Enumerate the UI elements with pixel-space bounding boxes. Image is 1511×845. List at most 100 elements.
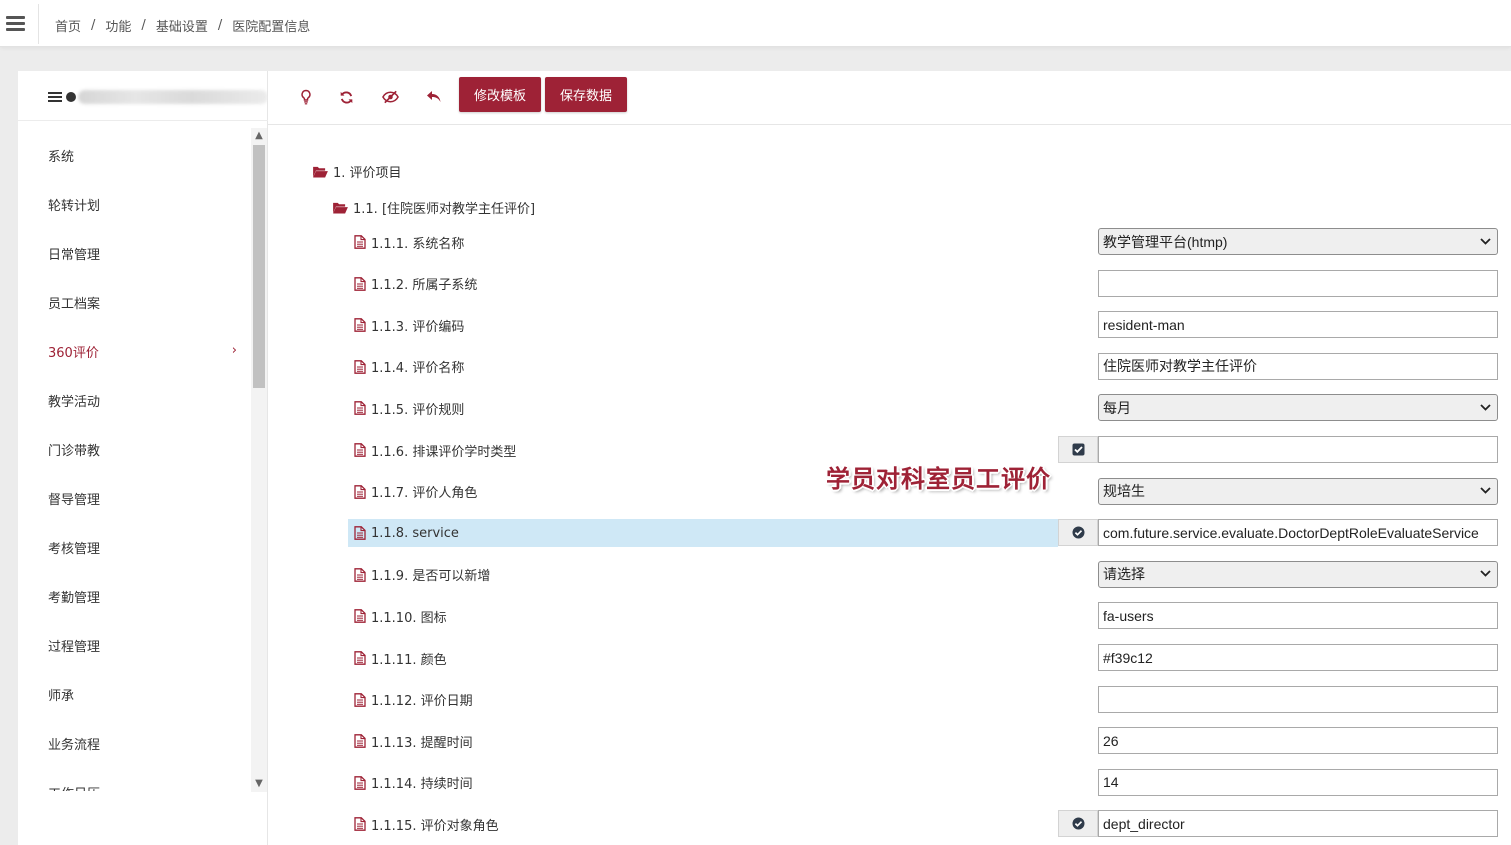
breadcrumb-home[interactable]: 首页 (55, 16, 81, 35)
text-input[interactable]: 住院医师对教学主任评价 (1098, 352, 1498, 380)
tree-leaf-label: 1.1.1. 系统名称 (371, 236, 465, 252)
tree-leaf[interactable]: 1.1.4. 评价名称 (354, 357, 464, 377)
sidebar-item-label: 教学活动 (48, 395, 101, 410)
blurred-user-info (78, 90, 268, 104)
chevron-right-icon: › (231, 343, 237, 358)
sidebar-item-label: 师承 (48, 689, 75, 704)
sidebar-item-label: 考核管理 (48, 542, 101, 557)
annotation-text: 学员对科室员工评价 (826, 465, 1051, 493)
sidebar-item[interactable]: 工作日历 (18, 768, 251, 791)
file-text-icon (354, 276, 366, 291)
text-input[interactable]: fa-users (1098, 602, 1498, 630)
breadcrumb-function[interactable]: 功能 (105, 16, 131, 35)
check-square-icon[interactable] (1058, 436, 1098, 463)
lightbulb-icon[interactable] (295, 86, 317, 108)
sidebar-item-label: 日常管理 (48, 248, 101, 263)
hamburger-menu-icon[interactable] (6, 16, 25, 32)
tree-node-level2[interactable]: 1.1. [住院医师对教学主任评价] (333, 198, 535, 217)
refresh-icon[interactable] (335, 86, 357, 108)
sidebar-item[interactable]: 门诊带教 (18, 425, 251, 474)
tree-leaf-label: 1.1.8. service (371, 525, 459, 541)
sidebar-item[interactable]: 教学活动 (18, 376, 251, 425)
sidebar-item-label: 督导管理 (48, 493, 101, 508)
topbar-divider (38, 4, 39, 44)
tree-leaf[interactable]: 1.1.9. 是否可以新增 (354, 565, 490, 585)
tree-leaf-label: 1.1.14. 持续时间 (371, 777, 473, 793)
main-panel: 修改模板 保存数据 1. 评价项目 1.1. [住院医师对教学主任评价] 1.1… (268, 71, 1511, 845)
scroll-down-arrow-icon[interactable]: ▼ (251, 776, 267, 792)
tree-leaf-label: 1.1.12. 评价日期 (371, 694, 473, 710)
text-input[interactable] (1098, 436, 1498, 463)
sidebar-item[interactable]: 考核管理 (18, 523, 251, 572)
file-text-icon (354, 651, 366, 665)
user-dot-icon (66, 92, 76, 102)
text-input[interactable]: com.future.service.evaluate.DoctorDeptRo… (1098, 519, 1498, 547)
file-text-icon (354, 692, 366, 707)
file-text-icon (354, 235, 366, 249)
check-circle-icon[interactable] (1058, 810, 1098, 838)
sidebar-item[interactable]: 系统 (18, 131, 251, 180)
tree-leaf[interactable]: 1.1.7. 评价人角色 (354, 482, 477, 502)
sidebar-item[interactable]: 360评价 › (18, 327, 251, 376)
breadcrumb-basic-settings[interactable]: 基础设置 (156, 16, 208, 35)
select-field[interactable]: 请选择 (1098, 560, 1498, 588)
tree-leaf[interactable]: 1.1.5. 评价规则 (354, 398, 464, 418)
scroll-thumb[interactable] (253, 145, 265, 388)
sidebar-item[interactable]: 督导管理 (18, 474, 251, 523)
sidebar-item[interactable]: 业务流程 (18, 719, 251, 768)
folder-open-icon (313, 166, 328, 178)
tree-node-level1[interactable]: 1. 评价项目 (313, 162, 402, 181)
tree-leaf[interactable]: 1.1.13. 提醒时间 (354, 731, 473, 751)
tree-leaf[interactable]: 1.1.11. 颜色 (354, 648, 447, 668)
text-input[interactable] (1098, 269, 1498, 297)
file-text-icon (354, 734, 366, 749)
modify-template-button[interactable]: 修改模板 (459, 77, 541, 112)
field-value: 教学管理平台(htmp) (1103, 233, 1228, 250)
file-text-icon (354, 484, 366, 499)
sidebar-item[interactable]: 考勤管理 (18, 572, 251, 621)
sidebar-scrollbar[interactable]: ▲ ▼ (251, 128, 267, 792)
tree-leaf[interactable]: 1.1.10. 图标 (354, 606, 447, 626)
save-data-button[interactable]: 保存数据 (545, 77, 627, 112)
sidebar-item[interactable]: 轮转计划 (18, 180, 251, 229)
select-field[interactable]: 规培生 (1098, 477, 1498, 505)
breadcrumb-hospital-config: 医院配置信息 (232, 20, 311, 35)
text-input[interactable]: 26 (1098, 727, 1498, 755)
select-field[interactable]: 教学管理平台(htmp) (1098, 228, 1498, 255)
check-circle-icon[interactable] (1058, 519, 1098, 547)
scroll-up-arrow-icon[interactable]: ▲ (251, 128, 267, 144)
eye-slash-icon[interactable] (379, 86, 401, 108)
sidebar-item[interactable]: 过程管理 (18, 621, 251, 670)
tree-leaf[interactable]: 1.1.12. 评价日期 (354, 690, 473, 710)
tree-leaf[interactable]: 1.1.1. 系统名称 (354, 232, 464, 252)
tree-leaf[interactable]: 1.1.14. 持续时间 (354, 773, 473, 793)
breadcrumb: 首页 / 功能 / 基础设置 / 医院配置信息 (55, 16, 310, 35)
tree-leaf[interactable]: 1.1.15. 评价对象角色 (354, 814, 499, 834)
text-input[interactable]: 14 (1098, 768, 1498, 796)
tree-leaf[interactable]: 1.1.3. 评价编码 (354, 315, 464, 335)
tree-leaf[interactable]: 1.1.6. 排课评价学时类型 (354, 440, 516, 460)
folder-open-icon (333, 202, 348, 214)
sidebar-item[interactable]: 员工档案 (18, 278, 251, 327)
undo-icon[interactable] (423, 86, 445, 108)
sidebar-item[interactable]: 师承 (18, 670, 251, 719)
text-input[interactable]: resident-man (1098, 311, 1498, 339)
tree-node-level1-label: 1. 评价项目 (333, 166, 402, 181)
file-text-icon (354, 359, 366, 374)
select-field[interactable]: 每月 (1098, 394, 1498, 422)
tree-leaf[interactable]: 1.1.8. service (354, 523, 459, 543)
text-input[interactable]: #f39c12 (1098, 644, 1498, 671)
file-text-icon (354, 526, 366, 541)
tree-leaf-label: 1.1.6. 排课评价学时类型 (371, 444, 517, 460)
tree-leaf-label: 1.1.11. 颜色 (371, 652, 447, 668)
text-input[interactable] (1098, 685, 1498, 713)
tree-leaf-label: 1.1.7. 评价人角色 (371, 486, 478, 502)
file-text-icon (354, 318, 366, 333)
field-value: 每月 (1103, 399, 1131, 416)
text-input[interactable]: dept_director (1098, 810, 1498, 838)
chevron-down-icon (1480, 568, 1491, 580)
sidebar-item[interactable]: 日常管理 (18, 229, 251, 278)
list-icon (48, 92, 62, 103)
file-text-icon (354, 567, 366, 582)
tree-leaf[interactable]: 1.1.2. 所属子系统 (354, 274, 477, 294)
